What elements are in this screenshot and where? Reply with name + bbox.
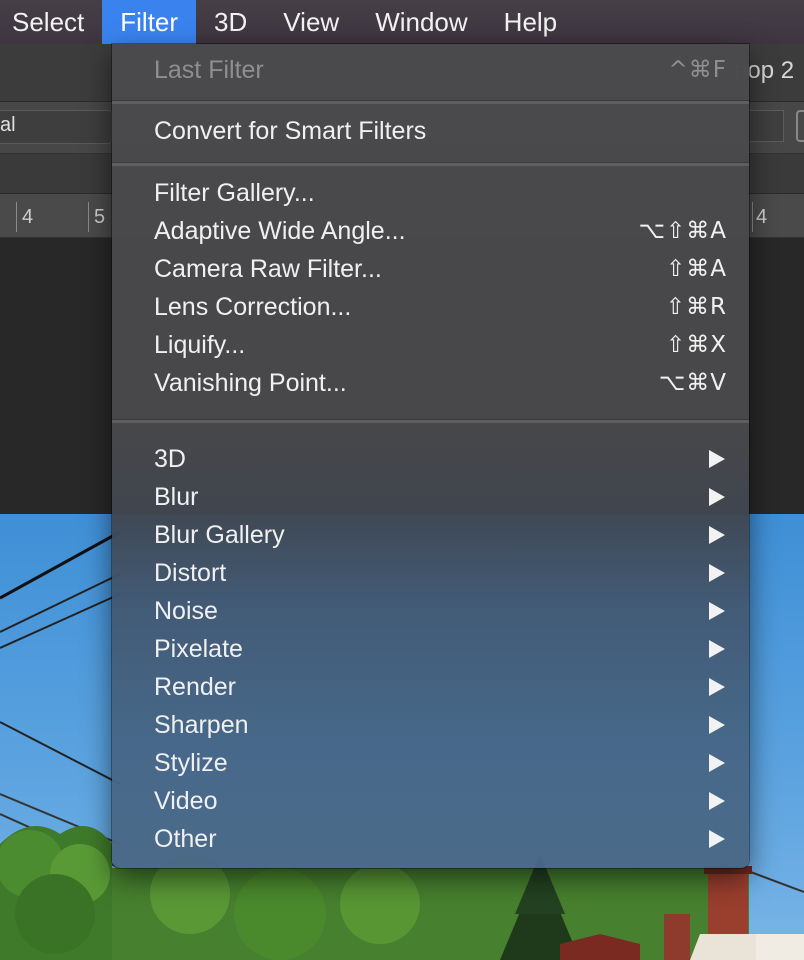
- menu-item-adaptive-wide-angle[interactable]: Adaptive Wide Angle... ⌥⇧⌘A: [112, 212, 749, 250]
- menu-item-label: Vanishing Point...: [154, 368, 347, 397]
- menu-filter[interactable]: Filter: [102, 0, 197, 44]
- menu-item-label: Lens Correction...: [154, 292, 352, 321]
- submenu-pixelate[interactable]: Pixelate: [112, 630, 749, 668]
- submenu-3d[interactable]: 3D: [112, 440, 749, 478]
- submenu-arrow-icon: [709, 792, 725, 810]
- menu-item-label: Stylize: [154, 748, 228, 777]
- submenu-arrow-icon: [709, 450, 725, 468]
- menu-item-vanishing-point[interactable]: Vanishing Point... ⌥⌘V: [112, 364, 749, 402]
- menu-separator: [112, 419, 749, 423]
- menu-3d[interactable]: 3D: [196, 0, 265, 44]
- options-field[interactable]: [744, 110, 784, 142]
- submenu-noise[interactable]: Noise: [112, 592, 749, 630]
- submenu-stylize[interactable]: Stylize: [112, 744, 749, 782]
- options-checkbox[interactable]: [796, 110, 804, 142]
- submenu-distort[interactable]: Distort: [112, 554, 749, 592]
- menu-item-label: Other: [154, 824, 217, 853]
- submenu-arrow-icon: [709, 830, 725, 848]
- menu-item-last-filter: Last Filter ^⌘F: [112, 51, 749, 89]
- menu-help[interactable]: Help: [486, 0, 575, 44]
- menu-item-label: 3D: [154, 444, 186, 473]
- menu-item-label: Liquify...: [154, 330, 246, 359]
- ruler-number: 4: [22, 206, 34, 228]
- menu-window[interactable]: Window: [357, 0, 485, 44]
- menu-bar: Select Filter 3D View Window Help: [0, 0, 804, 44]
- menu-item-label: Last Filter: [154, 55, 264, 84]
- menu-item-label: Video: [154, 786, 218, 815]
- menu-item-shortcut: ⇧⌘A: [665, 256, 727, 282]
- menu-item-liquify[interactable]: Liquify... ⇧⌘X: [112, 326, 749, 364]
- menu-item-label: Blur: [154, 482, 199, 511]
- menu-item-label: Render: [154, 672, 236, 701]
- blend-mode-value: al: [0, 114, 16, 136]
- submenu-arrow-icon: [709, 678, 725, 696]
- submenu-arrow-icon: [709, 640, 725, 658]
- ruler-number: 4: [756, 206, 768, 228]
- submenu-arrow-icon: [709, 488, 725, 506]
- menu-item-label: Distort: [154, 558, 227, 587]
- menu-item-shortcut: ⇧⌘R: [665, 294, 727, 320]
- submenu-video[interactable]: Video: [112, 782, 749, 820]
- filter-menu: Last Filter ^⌘F Convert for Smart Filter…: [112, 44, 749, 868]
- submenu-arrow-icon: [709, 754, 725, 772]
- menu-item-label: Pixelate: [154, 634, 243, 663]
- menu-item-shortcut: ^⌘F: [668, 57, 727, 83]
- menu-item-label: Sharpen: [154, 710, 249, 739]
- submenu-arrow-icon: [709, 716, 725, 734]
- blend-mode-select[interactable]: [0, 110, 112, 144]
- submenu-sharpen[interactable]: Sharpen: [112, 706, 749, 744]
- menu-item-lens-correction[interactable]: Lens Correction... ⇧⌘R: [112, 288, 749, 326]
- menu-item-shortcut: ⌥⇧⌘A: [638, 218, 727, 244]
- submenu-blur-gallery[interactable]: Blur Gallery: [112, 516, 749, 554]
- menu-item-shortcut: ⇧⌘X: [665, 332, 727, 358]
- menu-select[interactable]: Select: [0, 0, 102, 44]
- ruler-number: 5: [94, 206, 106, 228]
- menu-item-label: Filter Gallery...: [154, 178, 315, 207]
- menu-item-camera-raw-filter[interactable]: Camera Raw Filter... ⇧⌘A: [112, 250, 749, 288]
- submenu-render[interactable]: Render: [112, 668, 749, 706]
- submenu-arrow-icon: [709, 602, 725, 620]
- menu-separator: [112, 162, 749, 166]
- screen: nop 2 al 4 5 4 Select Filter 3D View Win…: [0, 0, 804, 960]
- menu-item-label: Camera Raw Filter...: [154, 254, 382, 283]
- menu-item-label: Noise: [154, 596, 218, 625]
- menu-separator: [112, 100, 749, 104]
- menu-view[interactable]: View: [265, 0, 357, 44]
- menu-item-filter-gallery[interactable]: Filter Gallery...: [112, 174, 749, 212]
- menu-item-convert-smart-filters[interactable]: Convert for Smart Filters: [112, 112, 749, 150]
- menu-item-shortcut: ⌥⌘V: [658, 370, 727, 396]
- menu-item-label: Adaptive Wide Angle...: [154, 216, 406, 245]
- submenu-arrow-icon: [709, 564, 725, 582]
- menu-item-label: Convert for Smart Filters: [154, 116, 427, 145]
- menu-item-label: Blur Gallery: [154, 520, 285, 549]
- submenu-arrow-icon: [709, 526, 725, 544]
- submenu-other[interactable]: Other: [112, 820, 749, 858]
- submenu-blur[interactable]: Blur: [112, 478, 749, 516]
